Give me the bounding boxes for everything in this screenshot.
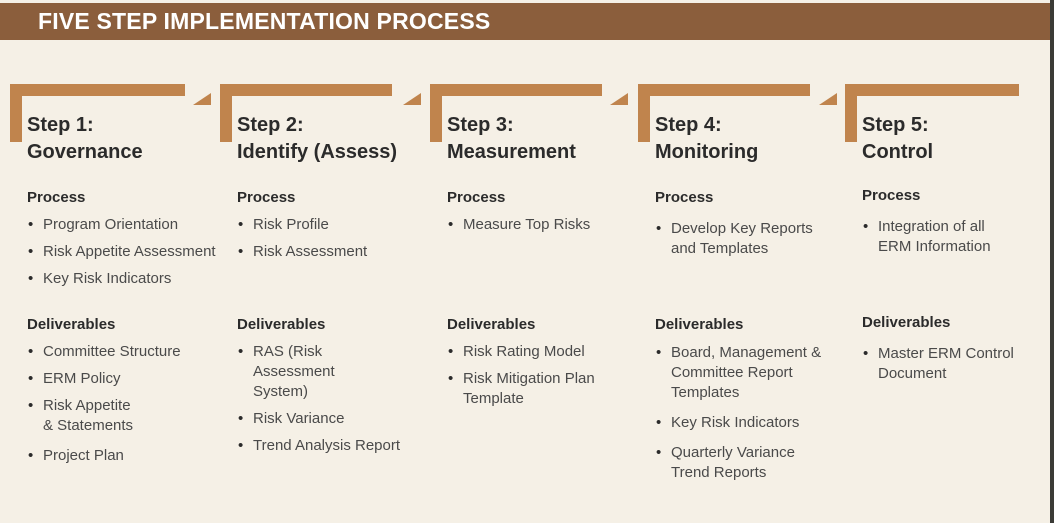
- bracket-icon: [430, 84, 602, 96]
- list-item: Committee Structure: [27, 342, 187, 362]
- deliverables-label: Deliverables: [862, 314, 951, 331]
- step-name: Governance: [27, 141, 143, 163]
- step-number: Step 4:: [655, 114, 722, 136]
- step-name: Identify (Assess): [237, 141, 398, 163]
- step-title: Step 4: Monitoring: [655, 112, 758, 166]
- deliverables-list: Master ERM Control Document: [862, 344, 1042, 391]
- bracket-icon: [638, 84, 810, 96]
- list-item: RAS (Risk Assessment System): [237, 342, 393, 402]
- deliverables-list: Risk Rating Model Risk Mitigation Plan T…: [447, 342, 627, 416]
- bracket-icon: [220, 84, 392, 96]
- deliverables-list: Board, Management & Committee Report Tem…: [655, 343, 840, 490]
- step-3: Step 3: Measurement Process Measure Top …: [430, 84, 640, 504]
- list-item: Risk Assessment: [237, 242, 437, 262]
- header-banner: FIVE STEP IMPLEMENTATION PROCESS: [0, 3, 1050, 40]
- step-name: Monitoring: [655, 141, 759, 163]
- step-name: Measurement: [447, 141, 576, 163]
- list-item: ERM Policy: [27, 369, 187, 389]
- list-item: Quarterly Variance Trend Reports: [655, 443, 811, 483]
- bracket-icon: [10, 84, 22, 142]
- step-1: Step 1: Governance Process Program Orien…: [10, 84, 220, 504]
- list-item: Master ERM Control Document: [862, 344, 1043, 384]
- list-item: Key Risk Indicators: [655, 413, 840, 433]
- process-list: Program Orientation Risk Appetite Assess…: [27, 215, 227, 296]
- process-list: Risk Profile Risk Assessment: [237, 215, 437, 269]
- process-list: Measure Top Risks: [447, 215, 647, 242]
- step-number: Step 5:: [862, 114, 929, 136]
- list-item: Develop Key Reports and Templates: [655, 219, 831, 259]
- process-label: Process: [27, 189, 86, 206]
- list-item: Risk Appetite & Statements: [27, 396, 143, 436]
- list-item: Program Orientation: [27, 215, 227, 235]
- arrow-connector-icon: [819, 93, 837, 105]
- deliverables-label: Deliverables: [655, 316, 744, 333]
- step-2: Step 2: Identify (Assess) Process Risk P…: [220, 84, 430, 504]
- deliverables-list: RAS (Risk Assessment System) Risk Varian…: [237, 342, 422, 463]
- step-title: Step 5: Control: [862, 112, 933, 166]
- bracket-icon: [845, 84, 1019, 96]
- deliverables-label: Deliverables: [447, 316, 536, 333]
- process-list: Integration of all ERM Information: [862, 217, 1042, 264]
- process-label: Process: [237, 189, 296, 206]
- bracket-icon: [430, 84, 442, 142]
- list-item: Board, Management & Committee Report Tem…: [655, 343, 831, 403]
- step-number: Step 1:: [27, 114, 94, 136]
- deliverables-label: Deliverables: [27, 316, 116, 333]
- process-list: Develop Key Reports and Templates: [655, 219, 835, 266]
- list-item: Risk Mitigation Plan Template: [447, 369, 623, 409]
- list-item: Key Risk Indicators: [27, 269, 227, 289]
- list-item: Risk Appetite Assessment: [27, 242, 227, 262]
- process-label: Process: [862, 187, 921, 204]
- list-item: Integration of all ERM Information: [862, 217, 1018, 257]
- step-title: Step 3: Measurement: [447, 112, 576, 166]
- arrow-connector-icon: [193, 93, 211, 105]
- process-label: Process: [447, 189, 506, 206]
- bracket-icon: [845, 84, 857, 142]
- step-name: Control: [862, 141, 934, 163]
- list-item: Risk Profile: [237, 215, 437, 235]
- list-item: Risk Variance: [237, 409, 422, 429]
- step-number: Step 3:: [447, 114, 514, 136]
- step-number: Step 2:: [237, 114, 304, 136]
- list-item: Trend Analysis Report: [237, 436, 422, 456]
- bracket-icon: [10, 84, 185, 96]
- list-item: Project Plan: [27, 446, 187, 466]
- deliverables-list: Committee Structure ERM Policy Risk Appe…: [27, 342, 187, 473]
- arrow-connector-icon: [403, 93, 421, 105]
- step-title: Step 1: Governance: [27, 112, 143, 166]
- page-title: FIVE STEP IMPLEMENTATION PROCESS: [38, 8, 491, 34]
- bracket-icon: [638, 84, 650, 142]
- bracket-icon: [220, 84, 232, 142]
- step-4: Step 4: Monitoring Process Develop Key R…: [638, 84, 848, 504]
- list-item: Risk Rating Model: [447, 342, 627, 362]
- step-5: Step 5: Control Process Integration of a…: [845, 84, 1054, 504]
- step-title: Step 2: Identify (Assess): [237, 112, 397, 166]
- arrow-connector-icon: [610, 93, 628, 105]
- deliverables-label: Deliverables: [237, 316, 326, 333]
- list-item: Measure Top Risks: [447, 215, 647, 235]
- process-label: Process: [655, 189, 714, 206]
